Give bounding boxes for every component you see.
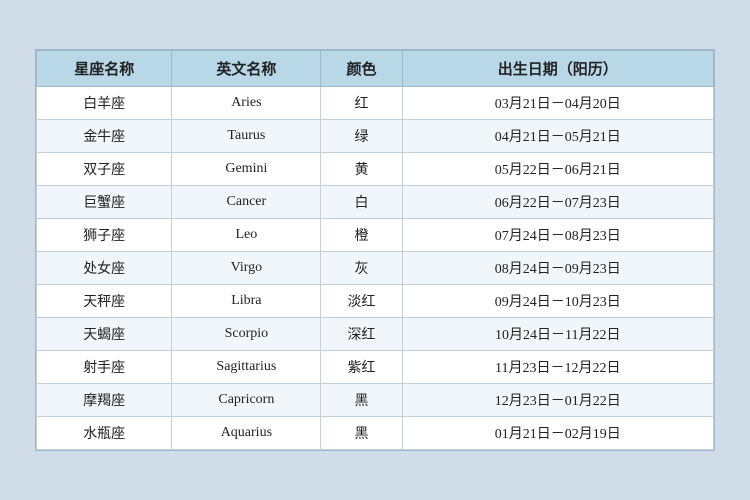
cell-date: 05月22日－06月21日 (402, 153, 713, 186)
cell-color: 淡红 (321, 285, 402, 318)
zodiac-table-container: 星座名称 英文名称 颜色 出生日期（阳历） 白羊座Aries红03月21日－04… (35, 49, 715, 451)
cell-date: 03月21日－04月20日 (402, 87, 713, 120)
cell-en: Sagittarius (172, 351, 321, 384)
table-row: 金牛座Taurus绿04月21日－05月21日 (37, 120, 714, 153)
cell-date: 01月21日－02月19日 (402, 417, 713, 450)
table-row: 摩羯座Capricorn黑12月23日－01月22日 (37, 384, 714, 417)
cell-en: Taurus (172, 120, 321, 153)
cell-color: 橙 (321, 219, 402, 252)
cell-cn: 水瓶座 (37, 417, 172, 450)
table-header-row: 星座名称 英文名称 颜色 出生日期（阳历） (37, 51, 714, 87)
table-row: 射手座Sagittarius紫红11月23日－12月22日 (37, 351, 714, 384)
cell-color: 黑 (321, 384, 402, 417)
cell-cn: 天秤座 (37, 285, 172, 318)
cell-en: Aquarius (172, 417, 321, 450)
cell-date: 10月24日－11月22日 (402, 318, 713, 351)
cell-date: 07月24日－08月23日 (402, 219, 713, 252)
header-cn: 星座名称 (37, 51, 172, 87)
cell-cn: 处女座 (37, 252, 172, 285)
cell-color: 灰 (321, 252, 402, 285)
cell-en: Cancer (172, 186, 321, 219)
cell-cn: 双子座 (37, 153, 172, 186)
cell-cn: 白羊座 (37, 87, 172, 120)
table-row: 白羊座Aries红03月21日－04月20日 (37, 87, 714, 120)
cell-en: Leo (172, 219, 321, 252)
cell-en: Gemini (172, 153, 321, 186)
cell-cn: 巨蟹座 (37, 186, 172, 219)
cell-cn: 天蝎座 (37, 318, 172, 351)
header-date: 出生日期（阳历） (402, 51, 713, 87)
cell-date: 09月24日－10月23日 (402, 285, 713, 318)
cell-cn: 金牛座 (37, 120, 172, 153)
table-row: 巨蟹座Cancer白06月22日－07月23日 (37, 186, 714, 219)
cell-en: Capricorn (172, 384, 321, 417)
table-row: 双子座Gemini黄05月22日－06月21日 (37, 153, 714, 186)
cell-date: 06月22日－07月23日 (402, 186, 713, 219)
table-row: 天秤座Libra淡红09月24日－10月23日 (37, 285, 714, 318)
table-row: 水瓶座Aquarius黑01月21日－02月19日 (37, 417, 714, 450)
zodiac-table: 星座名称 英文名称 颜色 出生日期（阳历） 白羊座Aries红03月21日－04… (36, 50, 714, 450)
cell-color: 紫红 (321, 351, 402, 384)
cell-date: 12月23日－01月22日 (402, 384, 713, 417)
cell-color: 红 (321, 87, 402, 120)
table-row: 狮子座Leo橙07月24日－08月23日 (37, 219, 714, 252)
cell-color: 黑 (321, 417, 402, 450)
cell-color: 绿 (321, 120, 402, 153)
cell-color: 黄 (321, 153, 402, 186)
header-color: 颜色 (321, 51, 402, 87)
cell-cn: 射手座 (37, 351, 172, 384)
cell-color: 深红 (321, 318, 402, 351)
cell-date: 11月23日－12月22日 (402, 351, 713, 384)
cell-cn: 摩羯座 (37, 384, 172, 417)
table-row: 处女座Virgo灰08月24日－09月23日 (37, 252, 714, 285)
cell-date: 04月21日－05月21日 (402, 120, 713, 153)
cell-cn: 狮子座 (37, 219, 172, 252)
cell-color: 白 (321, 186, 402, 219)
cell-en: Libra (172, 285, 321, 318)
cell-en: Scorpio (172, 318, 321, 351)
header-en: 英文名称 (172, 51, 321, 87)
cell-date: 08月24日－09月23日 (402, 252, 713, 285)
cell-en: Aries (172, 87, 321, 120)
cell-en: Virgo (172, 252, 321, 285)
table-row: 天蝎座Scorpio深红10月24日－11月22日 (37, 318, 714, 351)
